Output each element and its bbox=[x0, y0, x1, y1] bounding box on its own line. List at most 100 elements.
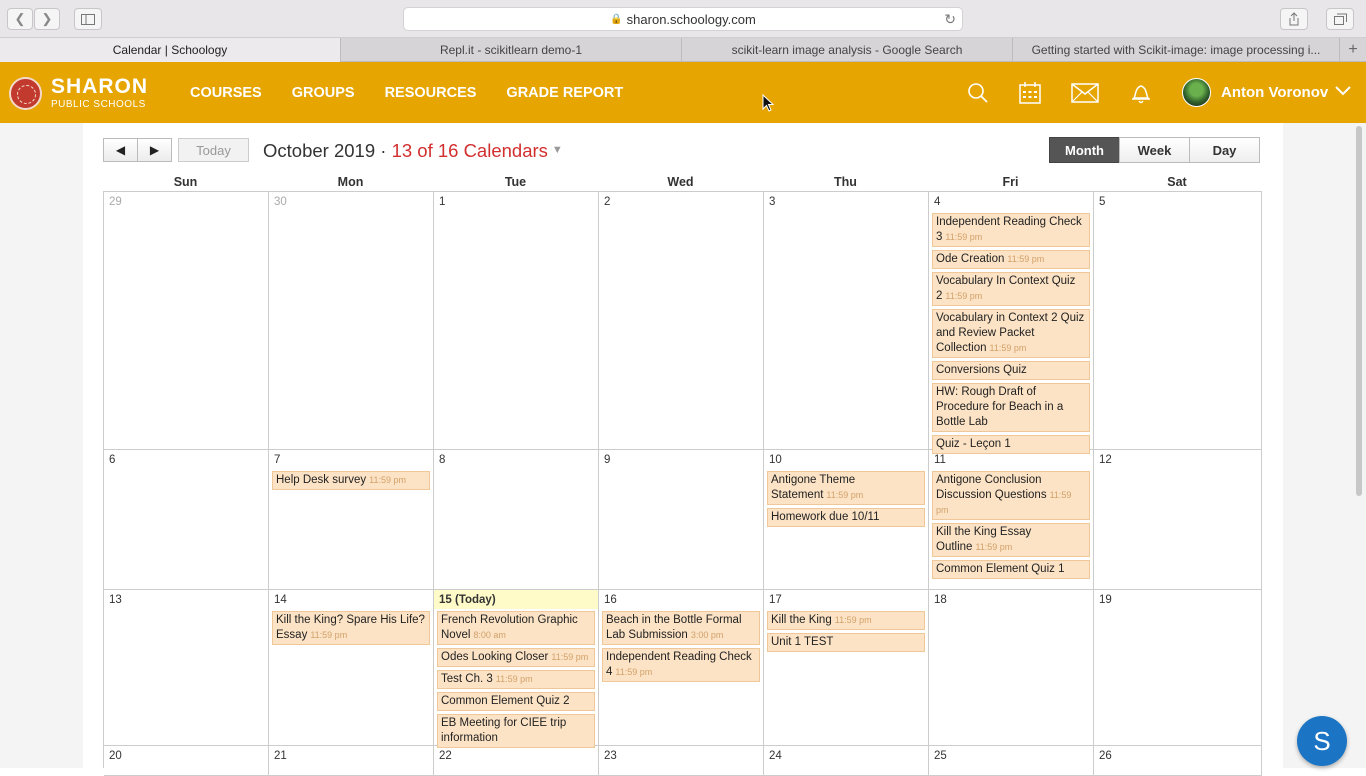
tab-google-search[interactable]: scikit-learn image analysis - Google Sea… bbox=[682, 38, 1013, 62]
calendar-event[interactable]: French Revolution Graphic Novel 8:00 am bbox=[437, 611, 595, 645]
school-seal-logo[interactable] bbox=[9, 77, 42, 110]
day-number: 19 bbox=[1099, 594, 1112, 606]
page-scrollbar[interactable] bbox=[1356, 126, 1362, 496]
back-button[interactable]: ❮ bbox=[7, 8, 33, 30]
calendar-event[interactable]: Beach in the Bottle Formal Lab Submissio… bbox=[602, 611, 760, 645]
day-cell[interactable]: 7 Help Desk survey 11:59 pm bbox=[269, 450, 434, 590]
calendar-event[interactable]: Homework due 10/11 bbox=[767, 508, 925, 527]
day-cell[interactable]: 13 bbox=[104, 590, 269, 746]
calendar-icon[interactable] bbox=[1015, 78, 1045, 108]
day-number: 16 bbox=[604, 594, 617, 606]
day-number: 9 bbox=[604, 454, 611, 466]
calendar-event[interactable]: Kill the King 11:59 pm bbox=[767, 611, 925, 630]
day-cell[interactable]: 23 bbox=[599, 746, 764, 776]
day-cell[interactable]: 29 bbox=[104, 192, 269, 450]
caret-down-icon[interactable]: ▼ bbox=[552, 144, 563, 156]
day-cell[interactable]: 26 bbox=[1094, 746, 1262, 776]
day-cell[interactable]: 2 bbox=[599, 192, 764, 450]
calendar-event[interactable]: Common Element Quiz 2 bbox=[437, 692, 595, 711]
nav-courses[interactable]: COURSES bbox=[190, 85, 262, 101]
address-bar[interactable]: 🔒 sharon.schoology.com ↻ bbox=[403, 7, 963, 31]
view-week-button[interactable]: Week bbox=[1119, 137, 1190, 163]
day-cell[interactable]: 19 bbox=[1094, 590, 1262, 746]
event-title: Unit 1 TEST bbox=[771, 636, 834, 648]
avatar[interactable] bbox=[1182, 78, 1211, 107]
day-cell[interactable]: 9 bbox=[599, 450, 764, 590]
view-month-button[interactable]: Month bbox=[1049, 137, 1120, 163]
day-cell[interactable]: 11 Antigone Conclusion Discussion Questio… bbox=[929, 450, 1094, 590]
calendar-event[interactable]: Antigone Theme Statement 11:59 pm bbox=[767, 471, 925, 505]
calendar-event[interactable]: EB Meeting for CIEE trip information bbox=[437, 714, 595, 748]
search-icon[interactable] bbox=[963, 78, 993, 108]
day-cell[interactable]: 24 bbox=[764, 746, 929, 776]
nav-resources[interactable]: RESOURCES bbox=[385, 85, 477, 101]
day-cell[interactable]: 15 (Today) French Revolution Graphic Nove… bbox=[434, 590, 599, 748]
calendar-event[interactable]: Vocabulary In Context Quiz 2 11:59 pm bbox=[932, 272, 1090, 306]
user-name[interactable]: Anton Voronov bbox=[1221, 84, 1328, 101]
new-tab-button[interactable]: + bbox=[1340, 38, 1366, 62]
day-cell[interactable]: 18 bbox=[929, 590, 1094, 746]
day-cell[interactable]: 16 Beach in the Bottle Formal Lab Submiss… bbox=[599, 590, 764, 746]
calendar-event[interactable]: Test Ch. 3 11:59 pm bbox=[437, 670, 595, 689]
event-title: French Revolution Graphic Novel bbox=[441, 614, 578, 641]
nav-grade-report[interactable]: GRADE REPORT bbox=[506, 85, 623, 101]
event-title: Kill the King bbox=[771, 614, 832, 626]
day-number: 26 bbox=[1099, 750, 1112, 762]
day-cell[interactable]: 6 bbox=[104, 450, 269, 590]
mail-icon[interactable] bbox=[1070, 78, 1100, 108]
day-cell[interactable]: 30 bbox=[269, 192, 434, 450]
day-number: 15 (Today) bbox=[439, 594, 496, 606]
tab-scikit-image[interactable]: Getting started with Scikit-image: image… bbox=[1013, 38, 1340, 62]
calendar-event[interactable]: Independent Reading Check 3 11:59 pm bbox=[932, 213, 1090, 247]
calendar-event[interactable]: Conversions Quiz bbox=[932, 361, 1090, 380]
event-title: Quiz - Leçon 1 bbox=[936, 438, 1011, 450]
day-number: 17 bbox=[769, 594, 782, 606]
day-cell[interactable]: 5 bbox=[1094, 192, 1262, 450]
day-number: 23 bbox=[604, 750, 617, 762]
day-cell[interactable]: 3 bbox=[764, 192, 929, 450]
today-button[interactable]: Today bbox=[178, 138, 249, 162]
view-day-button[interactable]: Day bbox=[1189, 137, 1260, 163]
day-cell[interactable]: 22 bbox=[434, 746, 599, 776]
calendar-event[interactable]: HW: Rough Draft of Procedure for Beach i… bbox=[932, 383, 1090, 432]
logo-subtitle[interactable]: PUBLIC SCHOOLS bbox=[51, 99, 146, 110]
tab-replit[interactable]: Repl.it - scikitlearn demo-1 bbox=[341, 38, 682, 62]
bell-icon[interactable] bbox=[1126, 78, 1156, 108]
forward-button[interactable]: ❯ bbox=[34, 8, 60, 30]
chat-launcher-button[interactable]: S bbox=[1297, 716, 1347, 766]
calendar-event[interactable]: Antigone Conclusion Discussion Questions… bbox=[932, 471, 1090, 520]
day-cell[interactable]: 12 bbox=[1094, 450, 1262, 590]
day-cell[interactable]: 17 Kill the King 11:59 pm Unit 1 TEST bbox=[764, 590, 929, 746]
calendar-event[interactable]: Independent Reading Check 4 11:59 pm bbox=[602, 648, 760, 682]
day-cell[interactable]: 14 Kill the King? Spare His Life? Essay 11… bbox=[269, 590, 434, 746]
calendar-event[interactable]: Help Desk survey 11:59 pm bbox=[272, 471, 430, 490]
calendar-event[interactable]: Odes Looking Closer 11:59 pm bbox=[437, 648, 595, 667]
event-title: Kill the King? Spare His Life? Essay bbox=[276, 614, 425, 641]
nav-groups[interactable]: GROUPS bbox=[292, 85, 355, 101]
next-month-button[interactable]: ▶ bbox=[137, 138, 172, 162]
sidebar-toggle-button[interactable] bbox=[74, 8, 102, 30]
day-cell[interactable]: 21 bbox=[269, 746, 434, 776]
logo-name[interactable]: SHARON bbox=[51, 76, 148, 97]
calendar-event[interactable]: Kill the King Essay Outline 11:59 pm bbox=[932, 523, 1090, 557]
day-cell[interactable]: 25 bbox=[929, 746, 1094, 776]
calendar-event[interactable]: Unit 1 TEST bbox=[767, 633, 925, 652]
chevron-down-icon[interactable] bbox=[1335, 84, 1351, 102]
day-cell[interactable]: 8 bbox=[434, 450, 599, 590]
reload-icon[interactable]: ↻ bbox=[944, 11, 956, 28]
calendar-event[interactable]: Common Element Quiz 1 bbox=[932, 560, 1090, 579]
calendar-event[interactable]: Vocabulary in Context 2 Quiz and Review … bbox=[932, 309, 1090, 358]
share-button[interactable] bbox=[1280, 8, 1308, 30]
day-cell[interactable]: 20 bbox=[104, 746, 269, 776]
tabs-overview-button[interactable] bbox=[1326, 8, 1354, 30]
day-cell[interactable]: 4 Independent Reading Check 3 11:59 pm Ode … bbox=[929, 192, 1094, 454]
day-cell[interactable]: 1 bbox=[434, 192, 599, 450]
calendar-event[interactable]: Ode Creation 11:59 pm bbox=[932, 250, 1090, 269]
calendars-selector[interactable]: 13 of 16 Calendars bbox=[392, 140, 548, 161]
browser-toolbar: ❮ ❯ 🔒 sharon.schoology.com ↻ bbox=[0, 0, 1366, 38]
day-cell[interactable]: 10 Antigone Theme Statement 11:59 pm Homewo… bbox=[764, 450, 929, 590]
calendar-event[interactable]: Kill the King? Spare His Life? Essay 11:5… bbox=[272, 611, 430, 645]
prev-month-button[interactable]: ◀ bbox=[103, 138, 138, 162]
tab-calendar[interactable]: Calendar | Schoology bbox=[0, 38, 341, 62]
address-url: sharon.schoology.com bbox=[626, 11, 756, 27]
